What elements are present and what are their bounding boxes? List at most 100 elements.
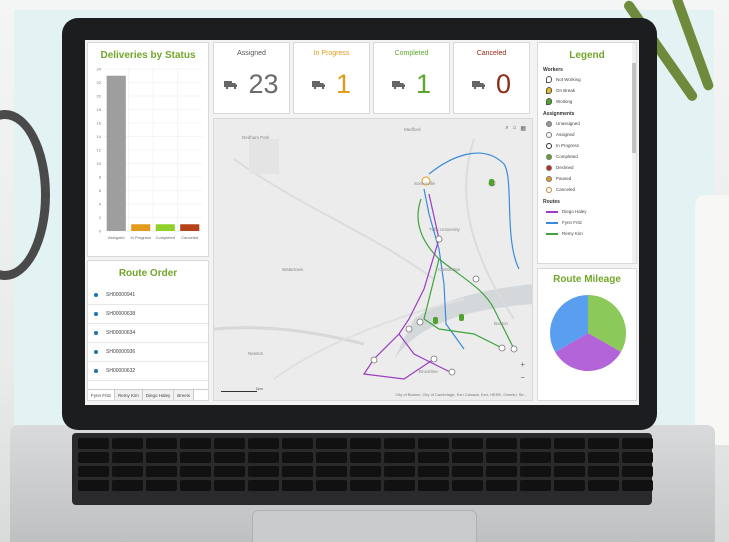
truck-icon — [391, 81, 405, 89]
assignments-heading: Assignments — [543, 111, 575, 117]
search-icon[interactable]: ⌕ — [505, 125, 508, 132]
keyboard-key — [622, 452, 653, 463]
keyboard-key — [452, 438, 483, 449]
keyboard-key — [384, 452, 415, 463]
legend-item: Fynn Fritz — [546, 219, 636, 226]
assigned-body: 23 — [214, 71, 289, 98]
y-tick-label: 14 — [97, 134, 102, 139]
y-tick-label: 0 — [99, 229, 102, 234]
completed-label: Completed — [394, 50, 429, 57]
map-canvas[interactable] — [214, 119, 533, 401]
y-tick-label: 22 — [97, 80, 102, 85]
route-mileage-title: Route Mileage — [553, 274, 621, 285]
bar[interactable] — [106, 75, 126, 231]
list-item[interactable]: SH00000632 — [88, 362, 208, 381]
bar[interactable] — [155, 224, 175, 231]
map-label-tufts: Tufts University — [429, 227, 460, 232]
worker-pin-icon — [546, 87, 552, 94]
assignment-status-icon — [546, 142, 552, 149]
tab-breeis[interactable]: Breeis — [174, 390, 195, 400]
canceled-card: Canceled 0 — [453, 42, 530, 114]
keyboard-key — [418, 480, 449, 491]
y-tick-label: 20 — [97, 94, 102, 99]
keyboard-key — [78, 466, 109, 477]
key-row — [78, 480, 653, 491]
keyboard-key — [180, 438, 211, 449]
keyboard-key — [316, 480, 347, 491]
keyboard-key — [214, 452, 245, 463]
keyboard-key — [486, 438, 517, 449]
list-item[interactable]: SH00000936 — [88, 343, 208, 362]
tab-remy-kim[interactable]: Remy Kim — [115, 390, 143, 400]
legend-item: Remy Kim — [546, 230, 636, 237]
map-label-newton: Newton — [248, 351, 264, 356]
keyboard-key — [384, 480, 415, 491]
keyboard-key — [520, 466, 551, 477]
zoom-out-button[interactable]: − — [520, 373, 525, 382]
keyboard-key — [146, 452, 177, 463]
keyboard-key — [282, 438, 313, 449]
route-line-icon — [546, 210, 558, 213]
keyboard-key — [486, 480, 517, 491]
route-order-title: Route Order — [118, 268, 178, 279]
x-tick-label: Canceled — [181, 235, 198, 240]
worker-pin-icon — [546, 98, 552, 105]
keyboard-key — [452, 466, 483, 477]
keyboard-key — [588, 480, 619, 491]
legend-title: Legend — [569, 50, 605, 61]
keyboard-key — [146, 480, 177, 491]
dashboard-screen: Deliveries by Status 0 2 4 6 8 10 12 14 16 18 20 22… — [85, 40, 639, 405]
keyboard-key — [588, 466, 619, 477]
zoom-in-button[interactable]: + — [520, 360, 525, 369]
in-progress-count: 1 — [335, 69, 352, 99]
bar[interactable] — [131, 224, 151, 231]
list-item[interactable]: SH00000941 — [88, 286, 208, 305]
canceled-count: 0 — [495, 69, 512, 99]
legend-scroll-thumb[interactable] — [632, 63, 636, 153]
tab-diego-haley[interactable]: Diego Haley — [142, 390, 175, 400]
y-tick-label: 6 — [99, 188, 102, 193]
keyboard-key — [214, 438, 245, 449]
keyboard — [72, 433, 653, 505]
route-item-label: SH00000941 — [106, 292, 136, 298]
y-tick-label: 10 — [97, 161, 102, 166]
route-item-label: SH00000632 — [106, 368, 136, 374]
map-view[interactable]: Medford Somerville Cambridge Watertown N… — [213, 118, 533, 401]
legend-label: In Progress — [556, 143, 580, 148]
tab-fynn-fritz[interactable]: Fynn Fritz — [88, 390, 116, 400]
basemap-grid-icon[interactable]: ▦ — [520, 125, 526, 132]
legend-item: Declined — [546, 164, 636, 171]
scale-bar: 1km — [221, 386, 263, 392]
in-progress-card: In Progress 1 — [293, 42, 370, 114]
legend-label: Remy Kim — [562, 231, 583, 236]
keyboard-key — [180, 452, 211, 463]
bar[interactable] — [180, 224, 200, 231]
keyboard-key — [282, 452, 313, 463]
keyboard-key — [78, 480, 109, 491]
list-item[interactable]: SH00000638 — [88, 305, 208, 324]
legend-item: Assigned — [546, 131, 636, 138]
y-tick-label: 18 — [97, 107, 102, 112]
assignment-status-icon — [546, 175, 552, 182]
map-attribution: City of Boston, City of Cambridge, Esri … — [395, 392, 527, 397]
map-label-somerville: Somerville — [414, 181, 436, 186]
y-tick-label: 24 — [97, 67, 102, 72]
assigned-card: Assigned 23 — [213, 42, 290, 114]
keyboard-key — [486, 452, 517, 463]
keyboard-key — [180, 480, 211, 491]
keyboard-key — [622, 466, 653, 477]
list-item[interactable]: SH00000634 — [88, 324, 208, 343]
keyboard-key — [248, 480, 279, 491]
keyboard-key — [282, 466, 313, 477]
home-icon[interactable]: ⌂ — [513, 125, 517, 132]
trackpad — [252, 510, 477, 542]
deliveries-by-status-panel: Deliveries by Status 0 2 4 6 8 10 12 14 16 18 20 22… — [87, 42, 209, 257]
assignment-status-icon — [546, 131, 552, 138]
keyboard-key — [588, 438, 619, 449]
deliveries-bar-chart: 024681012141618202224Assigned In Progress… — [97, 67, 202, 240]
keyboard-key — [622, 438, 653, 449]
x-tick-label: Assigned — [108, 235, 124, 240]
legend-item: Not Working — [546, 76, 636, 83]
y-tick-label: 12 — [97, 148, 102, 153]
stop-dot-icon — [94, 312, 98, 316]
